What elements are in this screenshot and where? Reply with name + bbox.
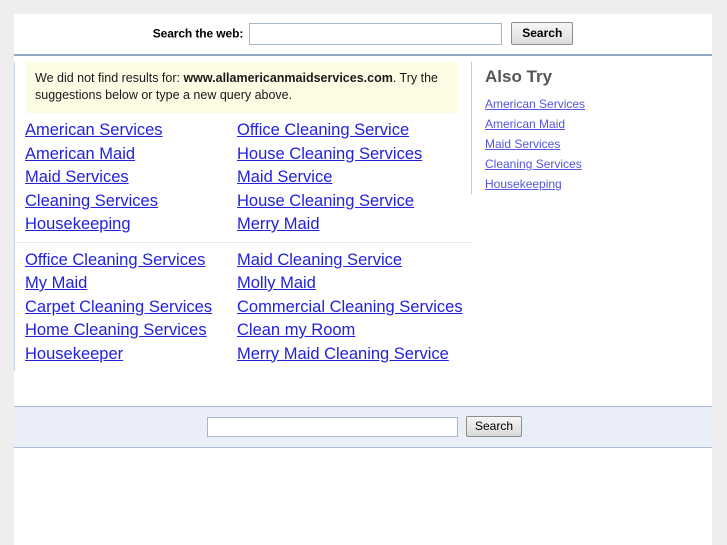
suggestion-cell: Carpet Cleaning Services (15, 296, 227, 320)
suggestion-block: Office Cleaning Services Maid Cleaning S… (15, 241, 471, 372)
suggestion-link[interactable]: My Maid (25, 274, 87, 292)
also-try-link[interactable]: American Maid (485, 117, 565, 131)
top-search-bar: Search the web: Search (14, 14, 712, 54)
suggestion-cell: Housekeeper (15, 343, 227, 367)
suggestion-cell: House Cleaning Service (227, 190, 471, 214)
also-try-list-item: American Services (485, 94, 712, 114)
no-results-notice: We did not find results for: www.allamer… (25, 62, 457, 113)
suggestion-link[interactable]: American Maid (25, 145, 135, 163)
suggestion-row: Maid Services Maid Service (15, 166, 471, 190)
top-search-button[interactable]: Search (511, 22, 574, 45)
also-try-list-item: Cleaning Services (485, 154, 712, 174)
suggestion-cell: American Services (15, 119, 227, 143)
suggestion-link[interactable]: House Cleaning Services (237, 145, 422, 163)
suggestion-block: American Services Office Cleaning Servic… (15, 113, 471, 242)
suggestion-link[interactable]: Housekeeper (25, 345, 123, 363)
suggestion-row: My Maid Molly Maid (15, 272, 471, 296)
suggestion-row: Home Cleaning Services Clean my Room (15, 319, 471, 343)
suggestion-link[interactable]: House Cleaning Service (237, 192, 414, 210)
suggestion-link[interactable]: American Services (25, 121, 163, 139)
suggestion-link[interactable]: Cleaning Services (25, 192, 158, 210)
suggestion-cell: Maid Cleaning Service (227, 249, 471, 273)
suggestion-row: Office Cleaning Services Maid Cleaning S… (15, 249, 471, 273)
suggestion-row: Housekeeper Merry Maid Cleaning Service (15, 343, 471, 367)
suggestion-link[interactable]: Commercial Cleaning Services (237, 298, 463, 316)
suggestion-cell: Maid Service (227, 166, 471, 190)
suggestion-cell: House Cleaning Services (227, 143, 471, 167)
notice-query: www.allamericanmaidservices.com (183, 71, 393, 85)
suggestion-link[interactable]: Maid Service (237, 168, 332, 186)
suggestion-row: Housekeeping Merry Maid (15, 213, 471, 237)
suggestion-cell: Cleaning Services (15, 190, 227, 214)
suggestion-cell: Merry Maid Cleaning Service (227, 343, 471, 367)
suggestion-cell: American Maid (15, 143, 227, 167)
page-container: Search the web: Search We did not find re… (14, 14, 712, 545)
suggestion-cell: Office Cleaning Services (15, 249, 227, 273)
results-column: We did not find results for: www.allamer… (15, 62, 471, 371)
suggestion-row: Carpet Cleaning Services Commercial Clea… (15, 296, 471, 320)
top-search-label: Search the web: (152, 26, 244, 41)
also-try-link[interactable]: Housekeeping (485, 177, 562, 191)
suggestion-row: American Services Office Cleaning Servic… (15, 119, 471, 143)
suggestion-link[interactable]: Housekeeping (25, 215, 131, 233)
suggestion-link[interactable]: Maid Services (25, 168, 129, 186)
also-try-heading: Also Try (485, 67, 553, 86)
also-try-panel: Also Try American Services American Maid… (471, 62, 712, 194)
bottom-search-button[interactable]: Search (465, 416, 523, 437)
top-divider (14, 54, 712, 56)
suggestion-cell: Office Cleaning Service (227, 119, 471, 143)
also-try-link[interactable]: American Services (485, 97, 585, 111)
also-try-list-item: American Maid (485, 114, 712, 134)
also-try-link[interactable]: Cleaning Services (485, 157, 582, 171)
also-try-list-item: Maid Services (485, 134, 712, 154)
suggestion-link[interactable]: Home Cleaning Services (25, 321, 207, 339)
suggestion-cell: Clean my Room (227, 319, 471, 343)
content-area: We did not find results for: www.allamer… (14, 62, 712, 448)
suggestion-cell: Merry Maid (227, 213, 471, 237)
also-try-list-item: Housekeeping (485, 174, 712, 194)
bottom-search-input[interactable] (206, 416, 458, 437)
suggestion-link[interactable]: Office Cleaning Service (237, 121, 409, 139)
top-search-input[interactable] (249, 22, 503, 45)
suggestion-cell: Maid Services (15, 166, 227, 190)
suggestion-link[interactable]: Merry Maid Cleaning Service (237, 345, 449, 363)
suggestion-cell: Molly Maid (227, 272, 471, 296)
suggestion-cell: Housekeeping (15, 213, 227, 237)
suggestion-link[interactable]: Clean my Room (237, 321, 355, 339)
suggestion-link[interactable]: Office Cleaning Services (25, 251, 205, 269)
notice-prefix: We did not find results for: (35, 71, 184, 85)
suggestion-row: American Maid House Cleaning Services (15, 143, 471, 167)
suggestion-row: Cleaning Services House Cleaning Service (15, 190, 471, 214)
also-try-link[interactable]: Maid Services (485, 137, 560, 151)
suggestion-link[interactable]: Molly Maid (237, 274, 316, 292)
suggestion-cell: Home Cleaning Services (15, 319, 227, 343)
suggestion-cell: My Maid (15, 272, 227, 296)
also-try-list: American Services American Maid Maid Ser… (485, 94, 712, 194)
suggestion-link[interactable]: Maid Cleaning Service (237, 251, 402, 269)
suggestion-cell: Commercial Cleaning Services (227, 296, 471, 320)
suggestion-link[interactable]: Merry Maid (237, 215, 320, 233)
bottom-search-bar: Search (14, 406, 712, 448)
suggestion-link[interactable]: Carpet Cleaning Services (25, 298, 212, 316)
